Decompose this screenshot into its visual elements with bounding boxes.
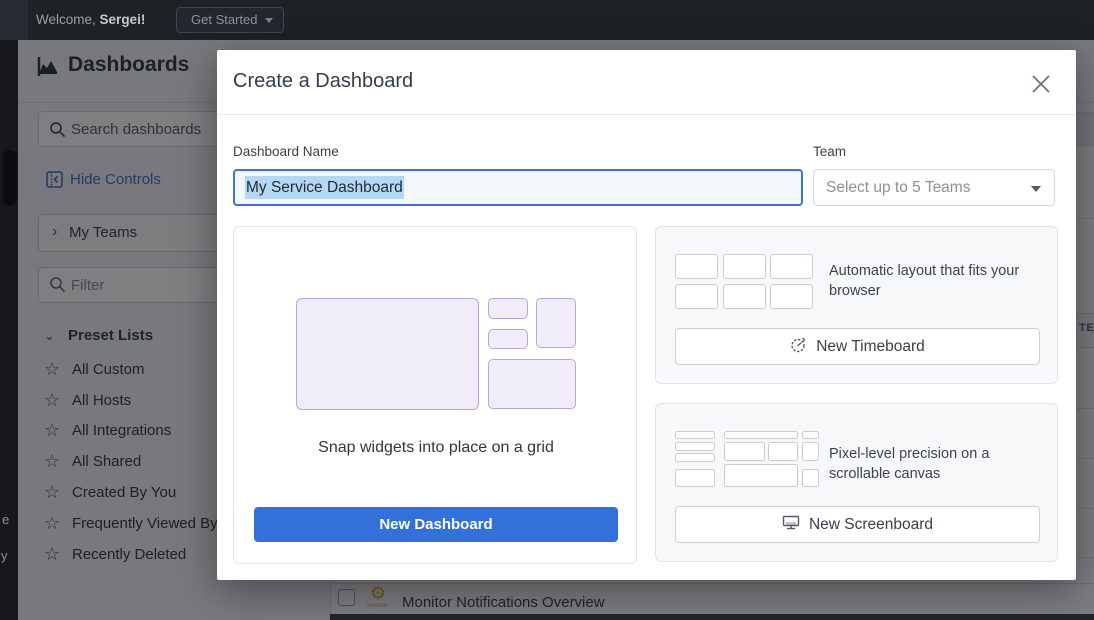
- nav-text-fragment: e: [2, 512, 9, 527]
- team-select[interactable]: Select up to 5 Teams: [813, 169, 1055, 206]
- screenboard-card: Pixel-level precision on a scrollable ca…: [655, 403, 1058, 562]
- screenboard-illustration: [675, 431, 820, 496]
- screenboard-monitor-icon: [782, 514, 800, 536]
- grid-dashboard-card: Snap widgets into place on a grid New Da…: [233, 226, 637, 564]
- dashboard-name-label: Dashboard Name: [233, 144, 339, 159]
- selected-text: My Service Dashboard: [245, 176, 404, 199]
- get-started-button[interactable]: Get Started: [176, 7, 284, 33]
- table-bottom-scrollbar: [330, 614, 1094, 620]
- welcome-text: Welcome, Sergei!: [36, 0, 145, 40]
- modal-title: Create a Dashboard: [233, 70, 413, 93]
- top-bar: Welcome, Sergei! Get Started: [0, 0, 1094, 40]
- close-icon[interactable]: [1029, 72, 1053, 96]
- caret-down-icon: [1031, 186, 1041, 192]
- new-timeboard-button[interactable]: New Timeboard: [675, 328, 1040, 365]
- timeboard-card: Automatic layout that fits your browser …: [655, 226, 1058, 384]
- nav-text-fragment: y: [1, 548, 8, 563]
- welcome-username: Sergei!: [100, 12, 146, 27]
- dashboard-name-input[interactable]: My Service Dashboard: [233, 169, 803, 206]
- collapsed-nav-strip[interactable]: e y: [0, 40, 18, 620]
- new-dashboard-button[interactable]: New Dashboard: [254, 507, 618, 542]
- screenboard-caption: Pixel-level precision on a scrollable ca…: [829, 444, 1014, 484]
- grid-card-caption: Snap widgets into place on a grid: [234, 439, 638, 457]
- team-label: Team: [813, 144, 846, 159]
- create-dashboard-modal: Create a Dashboard Dashboard Name My Ser…: [217, 50, 1076, 580]
- new-screenboard-button[interactable]: New Screenboard: [675, 506, 1040, 543]
- nav-active-pill: [3, 150, 17, 206]
- nav-logo-block: [0, 0, 28, 40]
- timeboard-clock-icon: [790, 336, 807, 358]
- app-screen: Dashboards TEAM Hide Controls › My Teams: [0, 0, 1094, 620]
- timeboard-caption: Automatic layout that fits your browser: [829, 261, 1049, 301]
- caret-down-icon: [265, 18, 273, 23]
